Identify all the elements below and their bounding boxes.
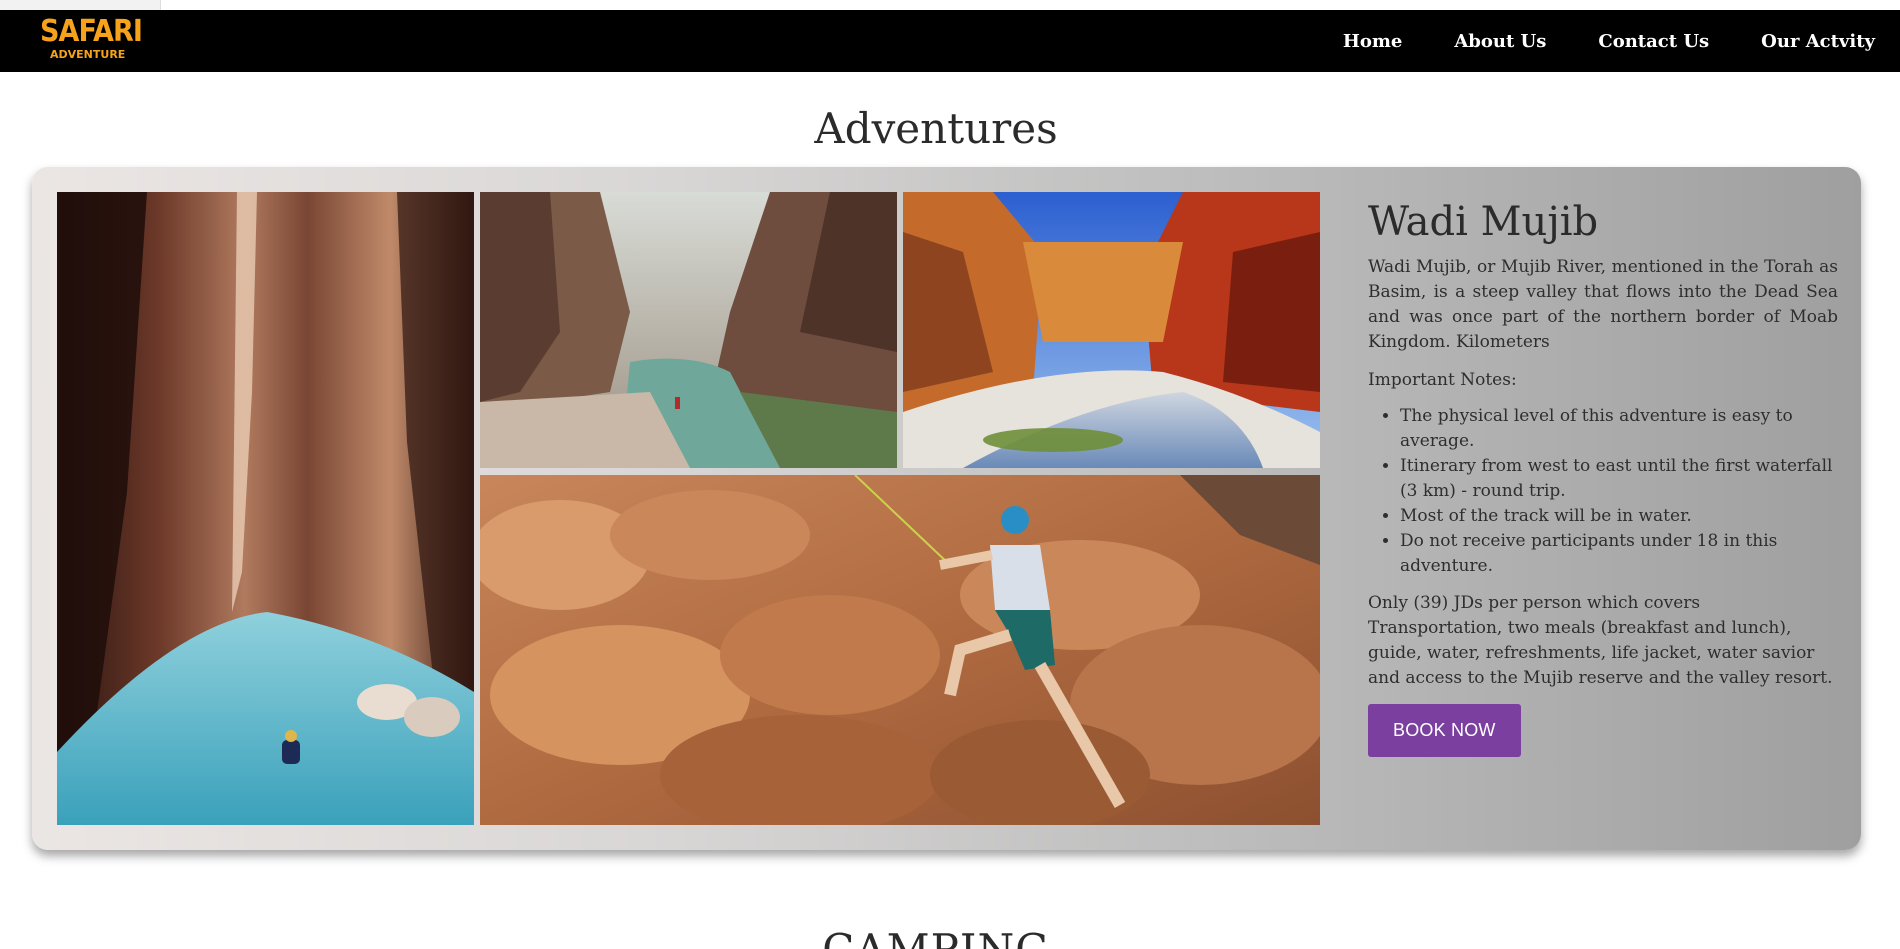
adventure-title: Wadi Mujib: [1368, 199, 1599, 245]
note-item: Do not receive participants under 18 in …: [1400, 529, 1838, 579]
price-text: Only (39) JDs per person which covers Tr…: [1368, 593, 1833, 688]
camping-section-title: CAMPING: [0, 925, 1872, 949]
canyon-river-photo: [480, 192, 897, 468]
note-item: Most of the track will be in water.: [1400, 504, 1838, 529]
note-item: The physical level of this adventure is …: [1400, 404, 1838, 454]
notes-list: The physical level of this adventure is …: [1368, 404, 1838, 579]
logo-line-2: ADVENTURE: [50, 48, 126, 61]
adventure-card: Wadi Mujib Wadi Mujib, or Mujib River, m…: [32, 167, 1861, 850]
red-canyon-photo: [903, 192, 1320, 468]
book-now-button[interactable]: BOOK NOW: [1368, 704, 1521, 757]
logo[interactable]: SAFARI ADVENTURE: [40, 14, 143, 68]
canyon-water-photo: [57, 192, 474, 825]
nav-our-activity[interactable]: Our Actvity: [1761, 31, 1875, 52]
rock-climber-photo: [480, 475, 1320, 825]
adventure-info: Wadi Mujib Wadi Mujib, or Mujib River, m…: [1368, 197, 1838, 757]
navbar: SAFARI ADVENTURE Home About Us Contact U…: [0, 10, 1900, 72]
logo-line-1: SAFARI: [40, 14, 143, 49]
top-strip-edge: [160, 0, 1900, 10]
notes-label: Important Notes:: [1368, 370, 1517, 390]
adventure-description: Wadi Mujib, or Mujib River, mentioned in…: [1368, 257, 1838, 352]
nav-links: Home About Us Contact Us Our Actvity: [1343, 10, 1900, 72]
top-strip: [0, 0, 1900, 10]
nav-contact-us[interactable]: Contact Us: [1598, 31, 1709, 52]
section-title: Adventures: [814, 104, 1058, 153]
nav-home[interactable]: Home: [1343, 31, 1403, 52]
note-item: Itinerary from west to east until the fi…: [1400, 454, 1838, 504]
nav-about-us[interactable]: About Us: [1454, 31, 1546, 52]
